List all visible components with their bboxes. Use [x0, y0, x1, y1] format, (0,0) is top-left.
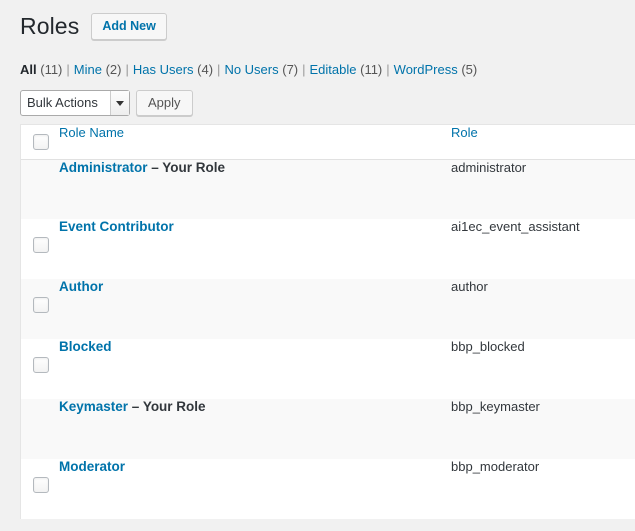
table-body: Administrator – Your Role administrator Ev… [21, 159, 635, 519]
row-select-cell [21, 459, 59, 519]
filter-item: WordPress (5) [394, 62, 478, 77]
filter-separator: | [386, 62, 390, 77]
table-row: Blocked bbp_blocked [21, 339, 635, 399]
admin-page: Roles Add New All (11) | Mine (2) | Has User… [0, 0, 635, 531]
table-header-row: Role Name Role [21, 125, 635, 160]
role-slug-cell: bbp_blocked [451, 339, 525, 354]
your-role-label: – Your Role [128, 399, 206, 414]
filter-link-wordpress[interactable]: WordPress [394, 62, 458, 77]
table-row: Moderator bbp_moderator [21, 459, 635, 519]
select-all-header [21, 125, 59, 160]
row-checkbox[interactable] [33, 357, 49, 373]
role-slug-cell: ai1ec_event_assistant [451, 219, 580, 234]
row-select-cell [21, 339, 59, 399]
filter-link-has-users[interactable]: Has Users [133, 62, 194, 77]
filter-links: All (11) | Mine (2) | Has Users (4) | No Users… [0, 38, 635, 80]
filter-item: Has Users (4) [133, 62, 213, 77]
roles-table-panel: Role Name Role Administrator – Your Role… [20, 124, 635, 519]
filter-count: (11) [356, 62, 383, 77]
role-slug-cell: bbp_moderator [451, 459, 540, 474]
filter-count: (7) [278, 62, 299, 77]
role-name-link[interactable]: Administrator [59, 160, 148, 175]
filter-item: No Users (7) [224, 62, 298, 77]
column-header-role-name-label: Role Name [59, 125, 125, 140]
role-name-link[interactable]: Author [59, 279, 103, 294]
table-head: Role Name Role [21, 125, 635, 160]
role-name-cell: Author [59, 279, 451, 339]
table-row: Administrator – Your Role administrator [21, 159, 635, 219]
filter-count: (11) [36, 62, 63, 77]
filter-separator: | [125, 62, 129, 77]
role-slug-cell: administrator [451, 159, 527, 175]
role-name-link[interactable]: Moderator [59, 459, 125, 474]
your-role-label: – Your Role [147, 159, 226, 175]
roles-table: Role Name Role Administrator – Your Role… [21, 125, 635, 519]
filter-link-no-users[interactable]: No Users [224, 62, 278, 77]
table-nav-top: Bulk Actions Apply [0, 80, 635, 124]
role-name-cell: Moderator [59, 459, 451, 519]
row-checkbox[interactable] [33, 237, 49, 253]
role-name-cell: Administrator – Your Role [59, 159, 451, 219]
filter-separator: | [217, 62, 221, 77]
filter-separator: | [66, 62, 70, 77]
filter-link-all[interactable]: All [20, 62, 37, 77]
bulk-actions-select[interactable]: Bulk Actions [20, 90, 130, 116]
column-header-role-label: Role [451, 125, 478, 140]
role-name-link[interactable]: Keymaster [59, 399, 128, 414]
filter-count: (5) [457, 62, 478, 77]
bulk-actions-selected-value: Bulk Actions [27, 95, 98, 110]
chevron-down-icon [110, 91, 129, 115]
role-name-cell: Blocked [59, 339, 451, 399]
filter-item: Editable (11) [310, 62, 383, 77]
filter-separator: | [302, 62, 306, 77]
row-select-cell [21, 159, 59, 219]
row-checkbox[interactable] [33, 477, 49, 493]
row-select-cell [21, 219, 59, 279]
role-slug-cell: author [451, 279, 488, 294]
filter-item: Mine (2) [74, 62, 122, 77]
apply-button[interactable]: Apply [136, 90, 193, 116]
page-header: Roles Add New [0, 0, 635, 40]
table-row: Event Contributor ai1ec_event_assistant [21, 219, 635, 279]
filter-link-mine[interactable]: Mine [74, 62, 102, 77]
add-new-button[interactable]: Add New [91, 12, 167, 40]
role-name-cell: Keymaster – Your Role [59, 399, 451, 459]
page-title: Roles [20, 12, 80, 39]
row-select-cell [21, 279, 59, 339]
column-header-role[interactable]: Role [451, 125, 635, 160]
role-name-link[interactable]: Event Contributor [59, 219, 174, 234]
role-name-cell: Event Contributor [59, 219, 451, 279]
role-name-link[interactable]: Blocked [59, 339, 112, 354]
column-header-role-name[interactable]: Role Name [59, 125, 451, 160]
row-checkbox-placeholder [33, 417, 49, 433]
filter-item: All (11) [20, 62, 62, 77]
select-all-checkbox[interactable] [33, 134, 49, 150]
row-select-cell [21, 399, 59, 459]
filter-count: (4) [193, 62, 214, 77]
row-checkbox-placeholder [33, 178, 49, 194]
filter-count: (2) [101, 62, 122, 77]
role-slug-cell: bbp_keymaster [451, 399, 540, 414]
row-checkbox[interactable] [33, 297, 49, 313]
table-row: Author author [21, 279, 635, 339]
table-row: Keymaster – Your Role bbp_keymaster [21, 399, 635, 459]
filter-link-editable[interactable]: Editable [310, 62, 357, 77]
